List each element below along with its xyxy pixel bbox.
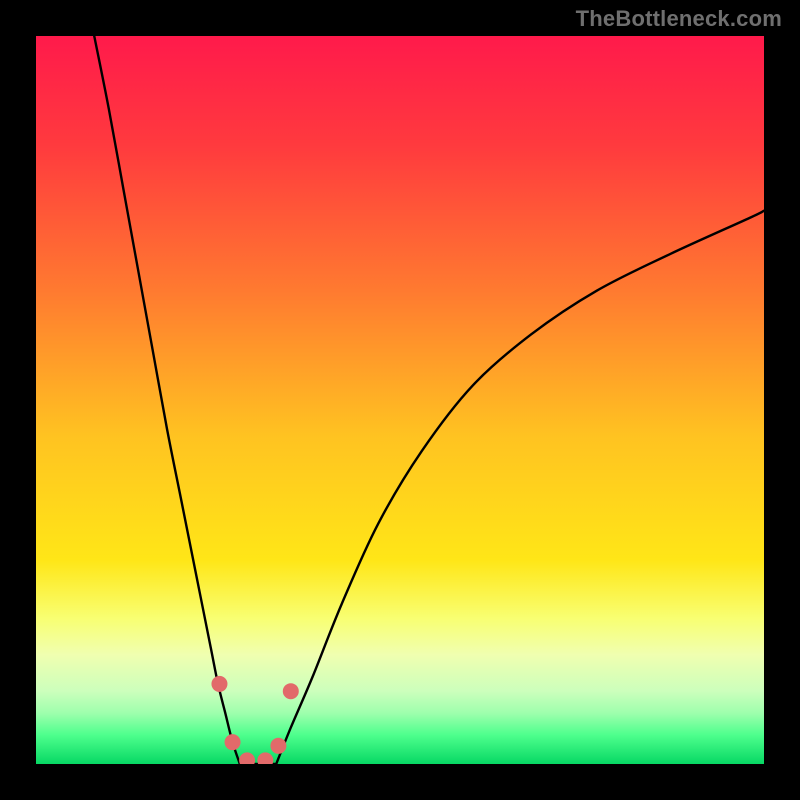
plot-area	[36, 36, 764, 764]
chart-frame: TheBottleneck.com	[0, 0, 800, 800]
watermark-text: TheBottleneck.com	[576, 6, 782, 32]
background-gradient	[36, 36, 764, 764]
